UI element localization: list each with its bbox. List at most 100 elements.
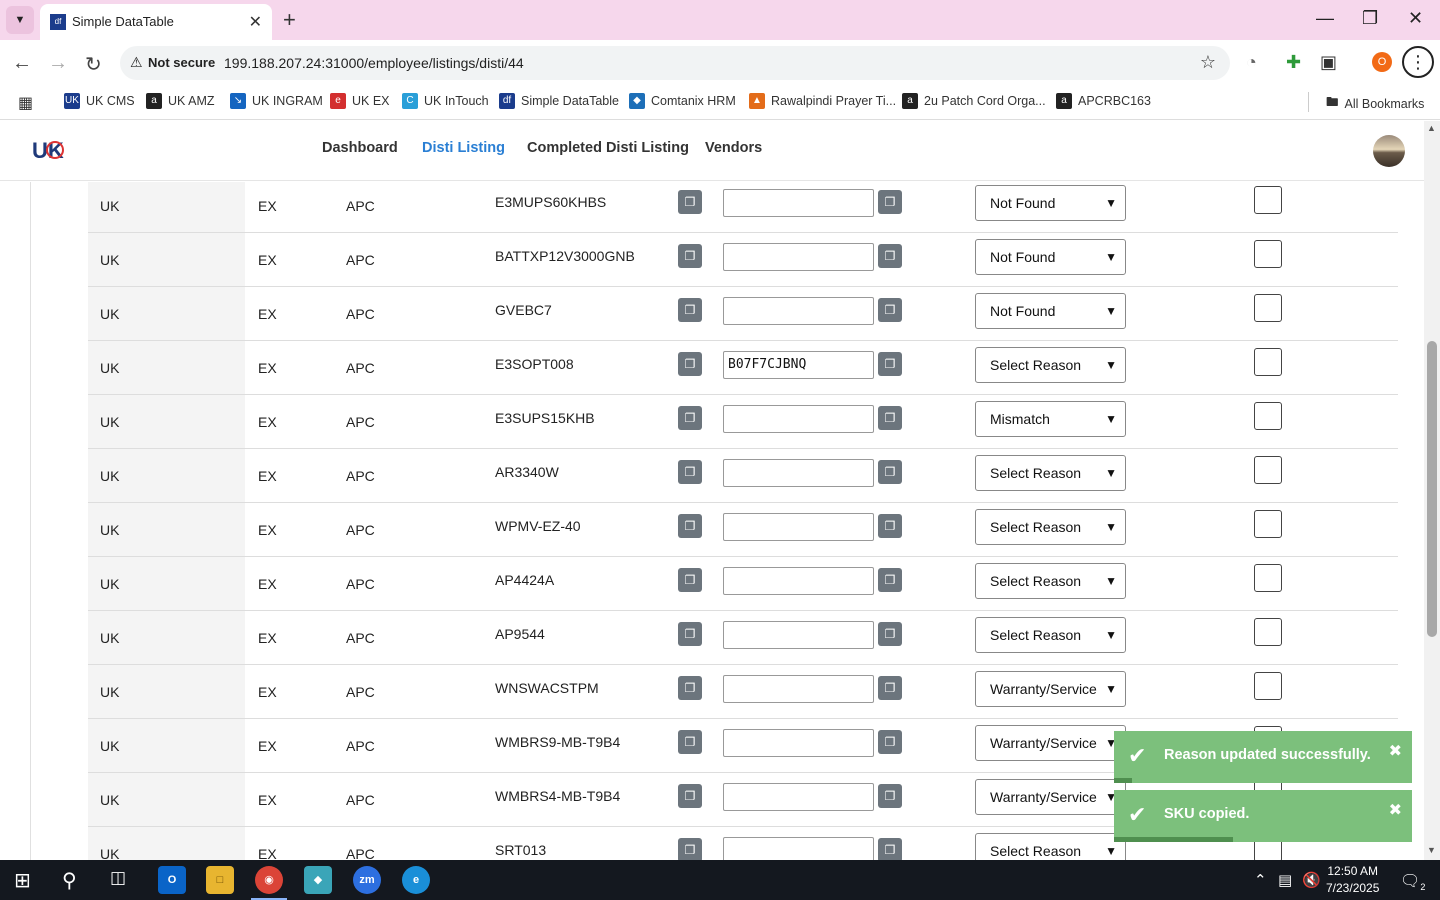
row-checkbox[interactable] <box>1254 618 1282 646</box>
copy-asin-button[interactable]: ❐ <box>878 190 902 214</box>
bookmark-item[interactable]: ↘ UK INGRAM <box>230 93 323 109</box>
reload-icon[interactable]: ↻ <box>85 52 102 77</box>
copy-sku-button[interactable]: ❐ <box>678 298 702 322</box>
back-arrow-icon[interactable]: ← <box>12 52 32 75</box>
app-diamond-icon[interactable]: ◆ <box>304 866 332 894</box>
copy-sku-button[interactable]: ❐ <box>678 622 702 646</box>
toast-close-icon[interactable]: ✖ <box>1389 741 1402 761</box>
windows-start-icon[interactable]: ⊞ <box>14 868 31 893</box>
warning-triangle-icon[interactable]: ⚠ <box>130 54 143 71</box>
row-checkbox[interactable] <box>1254 240 1282 268</box>
copy-asin-button[interactable]: ❐ <box>878 406 902 430</box>
reason-select[interactable]: Warranty/Service ▼ <box>975 779 1126 815</box>
asin-input[interactable] <box>723 297 874 325</box>
nav-vendors[interactable]: Vendors <box>705 140 762 156</box>
scroll-down-arrow-icon[interactable]: ▼ <box>1427 845 1436 855</box>
apps-grid-icon[interactable]: ▦ <box>18 93 33 113</box>
copy-sku-button[interactable]: ❐ <box>678 514 702 538</box>
copy-sku-button[interactable]: ❐ <box>678 244 702 268</box>
copy-asin-button[interactable]: ❐ <box>878 622 902 646</box>
uk-logo[interactable]: UK <box>32 138 64 164</box>
reason-select[interactable]: Warranty/Service ▼ <box>975 671 1126 707</box>
copy-asin-button[interactable]: ❐ <box>878 460 902 484</box>
row-checkbox[interactable] <box>1254 294 1282 322</box>
asin-input[interactable] <box>723 729 874 757</box>
asin-input[interactable] <box>723 567 874 595</box>
bookmark-item[interactable]: C UK InTouch <box>402 93 489 109</box>
chrome-icon[interactable]: ◉ <box>255 866 283 894</box>
asin-input[interactable] <box>723 783 874 811</box>
bookmark-item[interactable]: e UK EX <box>330 93 390 109</box>
asin-input[interactable] <box>723 405 874 433</box>
omnibox[interactable]: ⚠ Not secure 199.188.207.24:31000/employ… <box>120 46 1230 80</box>
asin-input[interactable] <box>723 837 874 860</box>
system-clock[interactable]: 12:50 AM 7/23/2025 <box>1326 863 1379 897</box>
page-scrollbar[interactable]: ▲ ▼ <box>1424 121 1440 860</box>
zoom-icon[interactable]: zm <box>353 866 381 894</box>
reason-select[interactable]: Not Found ▼ <box>975 185 1126 221</box>
asin-input[interactable]: B07F7CJBNQ <box>723 351 874 379</box>
copy-asin-button[interactable]: ❐ <box>878 784 902 808</box>
browser-menu-icon[interactable]: ⋮ <box>1402 46 1434 78</box>
task-view-icon[interactable]: ◫ <box>110 868 126 888</box>
copy-sku-button[interactable]: ❐ <box>678 190 702 214</box>
copy-asin-button[interactable]: ❐ <box>878 514 902 538</box>
bookmark-item[interactable]: UK UK CMS <box>64 93 135 109</box>
reason-select[interactable]: Select Reason ▼ <box>975 455 1126 491</box>
forward-arrow-icon[interactable]: → <box>48 52 68 75</box>
row-checkbox[interactable] <box>1254 186 1282 214</box>
row-checkbox[interactable] <box>1254 510 1282 538</box>
scroll-up-arrow-icon[interactable]: ▲ <box>1427 123 1436 133</box>
browser-tab[interactable]: df Simple DataTable ✕ <box>40 4 272 40</box>
reason-select[interactable]: Select Reason ▼ <box>975 617 1126 653</box>
copy-sku-button[interactable]: ❐ <box>678 676 702 700</box>
asin-input[interactable] <box>723 459 874 487</box>
nav-completed-disti-listing[interactable]: Completed Disti Listing <box>527 140 689 156</box>
close-icon[interactable]: ✕ <box>249 12 262 32</box>
copy-sku-button[interactable]: ❐ <box>678 568 702 592</box>
toast-close-icon[interactable]: ✖ <box>1389 800 1402 820</box>
reason-select[interactable]: Warranty/Service ▼ <box>975 725 1126 761</box>
asin-input[interactable] <box>723 621 874 649</box>
minimize-icon[interactable]: — <box>1316 8 1334 29</box>
notification-center-icon[interactable]: 🗨2 <box>1400 871 1425 892</box>
tray-chevron-up-icon[interactable]: ⌃ <box>1254 871 1267 889</box>
new-tab-plus-icon[interactable]: + <box>283 7 296 33</box>
row-checkbox[interactable] <box>1254 672 1282 700</box>
copy-asin-button[interactable]: ❐ <box>878 568 902 592</box>
bookmark-item[interactable]: a UK AMZ <box>146 93 215 109</box>
copy-asin-button[interactable]: ❐ <box>878 244 902 268</box>
bookmark-item[interactable]: ▲ Rawalpindi Prayer Ti... <box>749 93 896 109</box>
puzzle-green-extension-icon[interactable]: ✚ <box>1286 52 1301 73</box>
bookmark-item[interactable]: df Simple DataTable <box>499 93 619 109</box>
copy-sku-button[interactable]: ❐ <box>678 352 702 376</box>
window-close-icon[interactable]: ✕ <box>1408 8 1423 29</box>
bookmark-item[interactable]: a APCRBC163 <box>1056 93 1151 109</box>
reason-select[interactable]: Select Reason ▼ <box>975 563 1126 599</box>
globe-extension-icon[interactable]: ◔ <box>1246 52 1257 73</box>
bookmark-item[interactable]: a 2u Patch Cord Orga... <box>902 93 1046 109</box>
copy-asin-button[interactable]: ❐ <box>878 298 902 322</box>
reason-select[interactable]: Select Reason ▼ <box>975 509 1126 545</box>
copy-asin-button[interactable]: ❐ <box>878 676 902 700</box>
volume-muted-icon[interactable]: 🔇 <box>1302 871 1321 889</box>
nav-dashboard[interactable]: Dashboard <box>322 140 398 156</box>
asin-input[interactable] <box>723 675 874 703</box>
user-avatar[interactable] <box>1373 135 1405 167</box>
file-explorer-icon[interactable]: □ <box>206 866 234 894</box>
copy-sku-button[interactable]: ❐ <box>678 406 702 430</box>
edge-icon[interactable]: e <box>402 866 430 894</box>
nav-disti-listing[interactable]: Disti Listing <box>422 140 505 156</box>
reason-select[interactable]: Not Found ▼ <box>975 239 1126 275</box>
outlook-icon[interactable]: O <box>158 866 186 894</box>
asin-input[interactable] <box>723 243 874 271</box>
reason-select[interactable]: Select Reason ▼ <box>975 833 1126 860</box>
row-checkbox[interactable] <box>1254 402 1282 430</box>
row-checkbox[interactable] <box>1254 348 1282 376</box>
copy-sku-button[interactable]: ❐ <box>678 730 702 754</box>
copy-asin-button[interactable]: ❐ <box>878 352 902 376</box>
all-bookmarks-folder[interactable]: 🖿 All Bookmarks <box>1326 93 1424 114</box>
tab-search-button[interactable]: ▼ <box>6 6 34 34</box>
profile-avatar[interactable]: O <box>1372 52 1392 72</box>
extensions-puzzle-icon[interactable]: ▣ <box>1320 52 1337 73</box>
